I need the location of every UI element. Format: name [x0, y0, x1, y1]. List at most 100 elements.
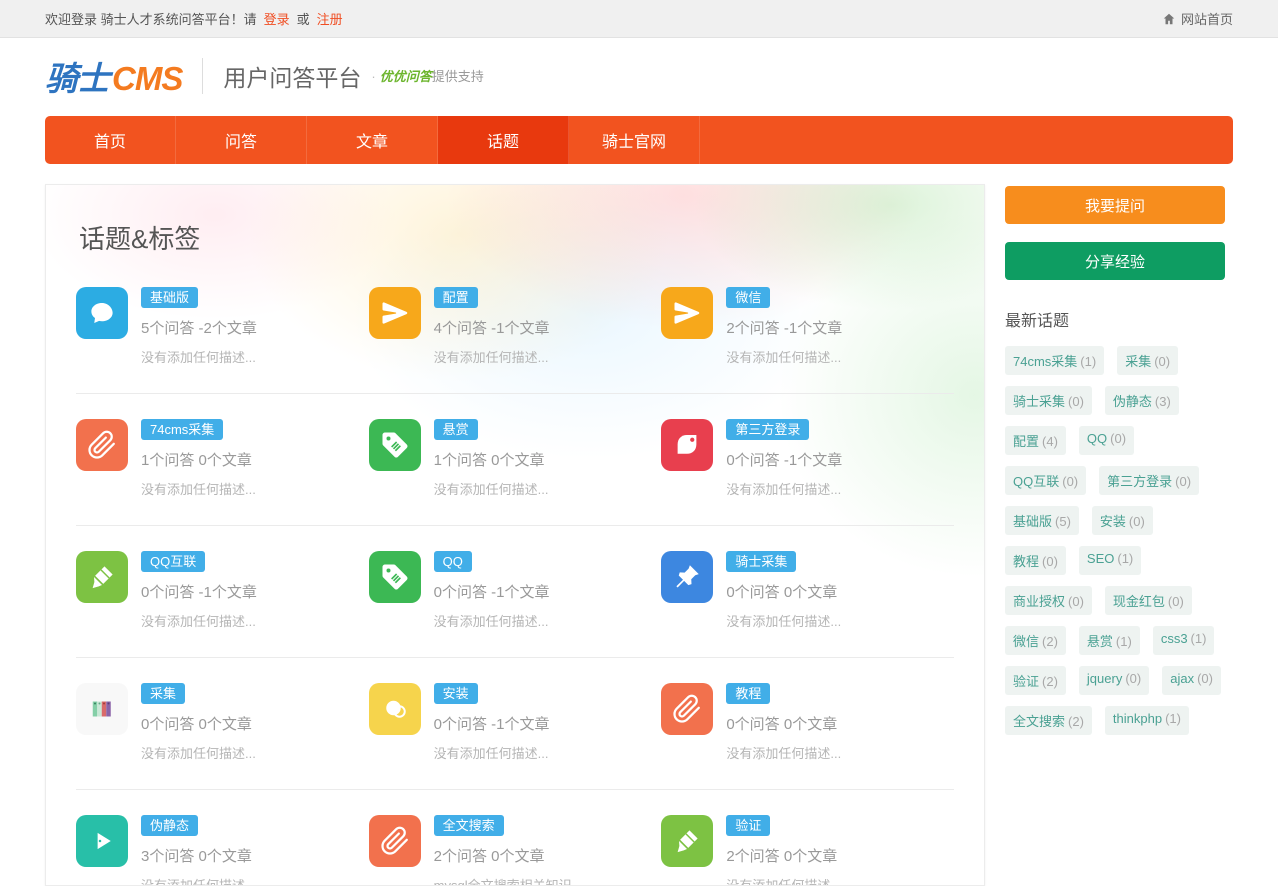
topic-item[interactable]: 验证2个问答 0个文章没有添加任何描述...: [661, 815, 954, 886]
nav-item-3[interactable]: 话题: [438, 116, 569, 164]
latest-topic-tag[interactable]: jquery(0): [1079, 666, 1149, 695]
topic-name-badge[interactable]: 配置: [434, 287, 478, 308]
tag-count: (1): [1191, 631, 1207, 646]
ask-question-button[interactable]: 我要提问: [1005, 186, 1225, 224]
topic-name-badge[interactable]: 悬赏: [434, 419, 478, 440]
latest-topic-tag[interactable]: SEO(1): [1079, 546, 1141, 575]
topic-body: QQ0个问答 -1个文章没有添加任何描述...: [434, 551, 550, 630]
nav-item-1[interactable]: 问答: [176, 116, 307, 164]
tag-count: (1): [1116, 634, 1132, 649]
topic-stats: 0个问答 -1个文章: [434, 581, 550, 602]
latest-topic-tag[interactable]: QQ互联(0): [1005, 466, 1086, 495]
topic-item[interactable]: QQ互联0个问答 -1个文章没有添加任何描述...: [76, 551, 369, 630]
topic-name-badge[interactable]: 骑士采集: [726, 551, 796, 572]
topic-body: 采集0个问答 0个文章没有添加任何描述...: [141, 683, 256, 762]
paperclip-icon: [369, 815, 421, 867]
tag-name: 基础版: [1013, 514, 1052, 529]
topic-description: 没有添加任何描述...: [726, 611, 841, 630]
latest-topic-tag[interactable]: 采集(0): [1117, 346, 1178, 375]
share-experience-button[interactable]: 分享经验: [1005, 242, 1225, 280]
latest-topic-tag[interactable]: 现金红包(0): [1105, 586, 1192, 615]
topic-body: QQ互联0个问答 -1个文章没有添加任何描述...: [141, 551, 257, 630]
topic-name-badge[interactable]: 验证: [726, 815, 770, 836]
topic-item[interactable]: 采集0个问答 0个文章没有添加任何描述...: [76, 683, 369, 762]
latest-topic-tag[interactable]: 教程(0): [1005, 546, 1066, 575]
topic-item[interactable]: QQ0个问答 -1个文章没有添加任何描述...: [369, 551, 662, 630]
latest-topics-tags: 74cms采集(1)采集(0)骑士采集(0)伪静态(3)配置(4)QQ(0)QQ…: [1005, 346, 1225, 735]
tag-name: thinkphp: [1113, 711, 1162, 726]
site-logo[interactable]: 骑士CMS: [45, 52, 182, 100]
nav-item-2[interactable]: 文章: [307, 116, 438, 164]
latest-topic-tag[interactable]: 验证(2): [1005, 666, 1066, 695]
topic-stats: 2个问答 0个文章: [726, 845, 841, 866]
latest-topic-tag[interactable]: 74cms采集(1): [1005, 346, 1104, 375]
topbar: 欢迎登录 骑士人才系统问答平台！请 登录 或 注册 网站首页: [0, 0, 1278, 38]
topic-name-badge[interactable]: 教程: [726, 683, 770, 704]
topic-body: 74cms采集1个问答 0个文章没有添加任何描述...: [141, 419, 256, 498]
latest-topic-tag[interactable]: 商业授权(0): [1005, 586, 1092, 615]
latest-topic-tag[interactable]: 第三方登录(0): [1099, 466, 1199, 495]
leaf-icon: [661, 419, 713, 471]
latest-topic-tag[interactable]: 悬赏(1): [1079, 626, 1140, 655]
topic-row: QQ互联0个问答 -1个文章没有添加任何描述... QQ 0个问答 -1个文章没有添…: [76, 526, 954, 658]
topic-item[interactable]: 第三方登录0个问答 -1个文章没有添加任何描述...: [661, 419, 954, 498]
tag-name: 全文搜索: [1013, 714, 1065, 729]
topic-name-badge[interactable]: 基础版: [141, 287, 198, 308]
topic-name-badge[interactable]: QQ互联: [141, 551, 205, 572]
topic-description: 没有添加任何描述...: [434, 743, 550, 762]
latest-topic-tag[interactable]: thinkphp(1): [1105, 706, 1189, 735]
latest-topic-tag[interactable]: 骑士采集(0): [1005, 386, 1092, 415]
latest-topic-tag[interactable]: 配置(4): [1005, 426, 1066, 455]
topic-row: 采集 0个问答 0个文章没有添加任何描述...安装0个问答 -1个文章没有添加任何…: [76, 658, 954, 790]
topic-name-badge[interactable]: 第三方登录: [726, 419, 809, 440]
latest-topic-tag[interactable]: 伪静态(3): [1105, 386, 1179, 415]
topic-name-badge[interactable]: 全文搜索: [434, 815, 504, 836]
topic-item[interactable]: 配置4个问答 -1个文章没有添加任何描述...: [369, 287, 662, 366]
topic-item[interactable]: 伪静态3个问答 0个文章没有添加任何描述...: [76, 815, 369, 886]
topic-stats: 3个问答 0个文章: [141, 845, 256, 866]
topic-name-badge[interactable]: 安装: [434, 683, 478, 704]
latest-topic-tag[interactable]: 微信(2): [1005, 626, 1066, 655]
topic-name-badge[interactable]: 微信: [726, 287, 770, 308]
topics-grid: 基础版5个问答 -2个文章没有添加任何描述...配置4个问答 -1个文章没有添加…: [76, 262, 954, 886]
topic-item[interactable]: 全文搜索2个问答 0个文章mysql全文搜索相关知识: [369, 815, 662, 886]
latest-topic-tag[interactable]: 安装(0): [1092, 506, 1153, 535]
tag-name: 74cms采集: [1013, 354, 1077, 369]
tag-name: 伪静态: [1113, 394, 1152, 409]
topic-name-badge[interactable]: 采集: [141, 683, 185, 704]
topic-name-badge[interactable]: QQ: [434, 551, 472, 572]
topic-body: 悬赏1个问答 0个文章没有添加任何描述...: [434, 419, 549, 498]
site-home-link[interactable]: 网站首页: [1162, 9, 1233, 28]
topic-item[interactable]: 微信 2个问答 -1个文章没有添加任何描述...: [661, 287, 954, 366]
topic-stats: 2个问答 -1个文章: [726, 317, 842, 338]
tag-icon: [369, 419, 421, 471]
latest-topic-tag[interactable]: ajax(0): [1162, 666, 1221, 695]
topic-item[interactable]: 安装0个问答 -1个文章没有添加任何描述...: [369, 683, 662, 762]
or-text: 或: [297, 9, 310, 28]
topic-name-badge[interactable]: 74cms采集: [141, 419, 223, 440]
latest-topic-tag[interactable]: css3(1): [1153, 626, 1215, 655]
topic-item[interactable]: 74cms采集1个问答 0个文章没有添加任何描述...: [76, 419, 369, 498]
page-subtitle: 用户问答平台: [223, 59, 361, 93]
register-link[interactable]: 注册: [317, 9, 343, 28]
topic-item[interactable]: 教程0个问答 0个文章没有添加任何描述...: [661, 683, 954, 762]
topic-stats: 2个问答 0个文章: [434, 845, 572, 866]
tag-name: 采集: [1125, 354, 1151, 369]
topic-item[interactable]: 基础版5个问答 -2个文章没有添加任何描述...: [76, 287, 369, 366]
topic-description: 没有添加任何描述...: [726, 347, 842, 366]
topic-name-badge[interactable]: 伪静态: [141, 815, 198, 836]
site-home-label: 网站首页: [1181, 9, 1233, 28]
tag-name: 配置: [1013, 434, 1039, 449]
latest-topic-tag[interactable]: 基础版(5): [1005, 506, 1079, 535]
topic-body: 验证2个问答 0个文章没有添加任何描述...: [726, 815, 841, 886]
latest-topic-tag[interactable]: 全文搜索(2): [1005, 706, 1092, 735]
login-link[interactable]: 登录: [264, 9, 290, 28]
nav-item-4[interactable]: 骑士官网: [569, 116, 700, 164]
latest-topic-tag[interactable]: QQ(0): [1079, 426, 1134, 455]
topic-item[interactable]: 悬赏1个问答 0个文章没有添加任何描述...: [369, 419, 662, 498]
tag-count: (1): [1165, 711, 1181, 726]
stripes-grid-icon: [76, 683, 128, 735]
topic-stats: 0个问答 0个文章: [141, 713, 256, 734]
nav-item-0[interactable]: 首页: [45, 116, 176, 164]
topic-item[interactable]: 骑士采集0个问答 0个文章没有添加任何描述...: [661, 551, 954, 630]
